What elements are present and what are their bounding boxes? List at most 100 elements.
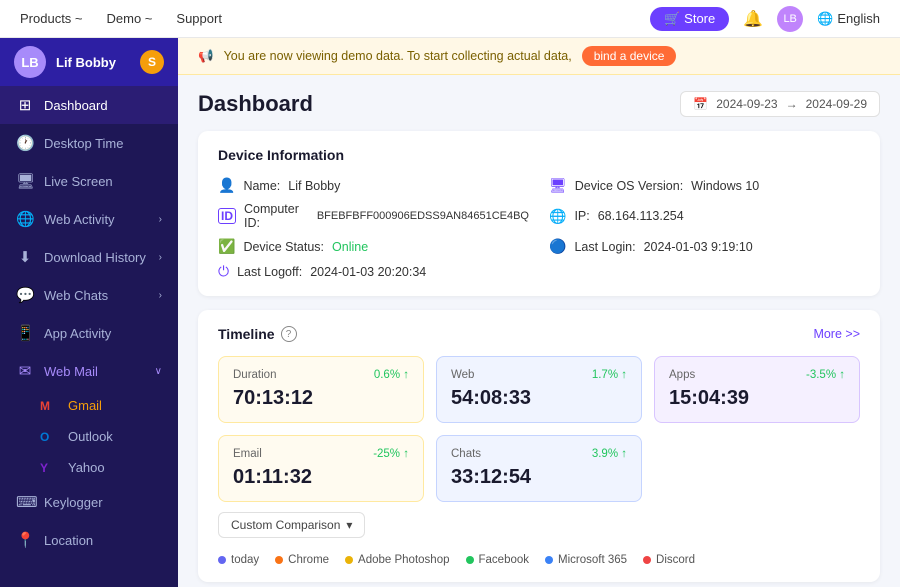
sidebar-item-outlook[interactable]: O Outlook (0, 421, 178, 452)
sidebar-item-keylogger[interactable]: ⌨ Keylogger (0, 483, 178, 521)
computer-id-label: Computer ID: (244, 202, 309, 230)
legend-facebook: Facebook (466, 554, 530, 566)
main-layout: LB Lif Bobby S ⊞ Dashboard 🕐 Desktop Tim… (0, 38, 900, 587)
outlook-icon: O (40, 430, 58, 444)
ip-value: 68.164.113.254 (598, 209, 684, 223)
demo-banner: 📢 You are now viewing demo data. To star… (178, 38, 900, 75)
stat-card-web: Web 1.7% ↑ 54:08:33 (436, 356, 642, 423)
megaphone-icon: 📢 (198, 49, 214, 64)
os-label: Device OS Version: (575, 179, 683, 193)
nav-demo[interactable]: Demo ~ (107, 11, 153, 26)
legend-dot-microsoft365 (545, 556, 553, 564)
more-link[interactable]: More >> (813, 327, 860, 341)
custom-comparison-label: Custom Comparison (231, 518, 340, 532)
ip-row: 🌐 IP: 68.164.113.254 (549, 202, 860, 230)
device-info-card: Device Information 👤 Name: Lif Bobby 🖥 D… (198, 131, 880, 296)
chevron-right-icon: › (159, 214, 162, 225)
sidebar-header: LB Lif Bobby S (0, 38, 178, 86)
nav-products[interactable]: Products ~ (20, 11, 83, 26)
legend-dot-photoshop (345, 556, 353, 564)
logoff-label: Last Logoff: (237, 265, 302, 279)
bind-device-button[interactable]: bind a device (582, 46, 677, 66)
email-change: -25% ↑ (373, 448, 409, 460)
chats-change: 3.9% ↑ (592, 448, 627, 460)
sidebar-item-gmail[interactable]: M Gmail (0, 390, 178, 421)
computer-id-value: BFEBFBFF000906EDSS9AN84651CE4BQ (317, 210, 529, 222)
legend-row: today Chrome Adobe Photoshop Facebook (218, 554, 860, 566)
nav-links: Products ~ Demo ~ Support (20, 11, 222, 26)
app-icon: 📱 (16, 324, 34, 342)
timeline-card: Timeline ? More >> Duration 0.6% ↑ 70:13… (198, 310, 880, 582)
sidebar-logo: S (140, 50, 164, 74)
status-value: Online (332, 240, 368, 254)
id-icon: ID (218, 208, 236, 224)
stat-card-chats: Chats 3.9% ↑ 33:12:54 (436, 435, 642, 502)
legend-label-facebook: Facebook (479, 554, 530, 566)
sidebar-item-dashboard[interactable]: ⊞ Dashboard (0, 86, 178, 124)
store-button[interactable]: 🛒 Store (650, 7, 729, 31)
globe-icon: 🌐 (817, 11, 833, 27)
help-icon[interactable]: ? (281, 326, 297, 342)
sidebar-item-yahoo[interactable]: Y Yahoo (0, 452, 178, 483)
last-login-row: 🔵 Last Login: 2024-01-03 9:19:10 (549, 238, 860, 255)
calendar-icon: 📅 (693, 97, 708, 111)
sidebar-item-web-chats[interactable]: 💬 Web Chats › (0, 276, 178, 314)
avatar-icon[interactable]: LB (777, 6, 803, 32)
legend-dot-chrome (275, 556, 283, 564)
date-to: 2024-09-29 (806, 97, 867, 111)
last-login-value: 2024-01-03 9:19:10 (644, 240, 753, 254)
comparison-section: Custom Comparison ▾ (218, 512, 860, 546)
sidebar-item-download-history[interactable]: ⬇ Download History › (0, 238, 178, 276)
monitor-icon: 🖥 (549, 177, 567, 194)
bell-icon[interactable]: 🔔 (743, 9, 763, 29)
dashboard-body: Dashboard 📅 2024-09-23 → 2024-09-29 Devi… (178, 75, 900, 587)
stat-card-email: Email -25% ↑ 01:11:32 (218, 435, 424, 502)
device-status-row: ✅ Device Status: Online (218, 238, 529, 255)
web-change: 1.7% ↑ (592, 369, 627, 381)
stat-card-duration: Duration 0.6% ↑ 70:13:12 (218, 356, 424, 423)
page-title: Dashboard (198, 91, 313, 117)
avatar: LB (14, 46, 46, 78)
yahoo-icon: Y (40, 461, 58, 475)
apps-change: -3.5% ↑ (806, 369, 845, 381)
sidebar-item-app-activity[interactable]: 📱 App Activity (0, 314, 178, 352)
sidebar-item-live-screen[interactable]: 🖥 Live Screen (0, 162, 178, 200)
apps-value: 15:04:39 (669, 387, 845, 410)
legend-label-microsoft365: Microsoft 365 (558, 554, 627, 566)
language-selector[interactable]: 🌐 English (817, 11, 880, 27)
content-area: 📢 You are now viewing demo data. To star… (178, 38, 900, 587)
person-icon: 👤 (218, 177, 235, 194)
sidebar: LB Lif Bobby S ⊞ Dashboard 🕐 Desktop Tim… (0, 38, 178, 587)
legend-microsoft365: Microsoft 365 (545, 554, 627, 566)
download-icon: ⬇ (16, 248, 34, 266)
timeline-stats-row1: Duration 0.6% ↑ 70:13:12 Web 1.7% ↑ 54:0… (218, 356, 860, 423)
legend-dot-facebook (466, 556, 474, 564)
checkbox-icon: ✅ (218, 238, 235, 255)
legend-label-chrome: Chrome (288, 554, 329, 566)
legend-dot-today (218, 556, 226, 564)
dropdown-chevron-icon: ▾ (346, 518, 352, 532)
legend-dot-discord (643, 556, 651, 564)
legend-discord: Discord (643, 554, 695, 566)
nav-right: 🛒 Store 🔔 LB 🌐 English (650, 6, 880, 32)
device-os-row: 🖥 Device OS Version: Windows 10 (549, 177, 860, 194)
top-nav: Products ~ Demo ~ Support 🛒 Store 🔔 LB 🌐… (0, 0, 900, 38)
sidebar-item-location[interactable]: 📍 Location (0, 521, 178, 559)
custom-comparison-dropdown[interactable]: Custom Comparison ▾ (218, 512, 365, 538)
sidebar-item-web-activity[interactable]: 🌐 Web Activity › (0, 200, 178, 238)
web-label: Web (451, 369, 474, 381)
duration-label: Duration (233, 369, 276, 381)
date-range-picker[interactable]: 📅 2024-09-23 → 2024-09-29 (680, 91, 880, 117)
legend-photoshop: Adobe Photoshop (345, 554, 449, 566)
chevron-right-icon: › (159, 252, 162, 263)
sidebar-item-desktop-time[interactable]: 🕐 Desktop Time (0, 124, 178, 162)
name-label: Name: (243, 179, 280, 193)
sidebar-item-web-mail[interactable]: ✉ Web Mail ∨ (0, 352, 178, 390)
timeline-title-group: Timeline ? (218, 326, 297, 342)
email-value: 01:11:32 (233, 466, 409, 489)
nav-support[interactable]: Support (176, 11, 222, 26)
chats-value: 33:12:54 (451, 466, 627, 489)
timeline-title: Timeline (218, 326, 275, 342)
chat-icon: 💬 (16, 286, 34, 304)
gmail-icon: M (40, 399, 58, 413)
